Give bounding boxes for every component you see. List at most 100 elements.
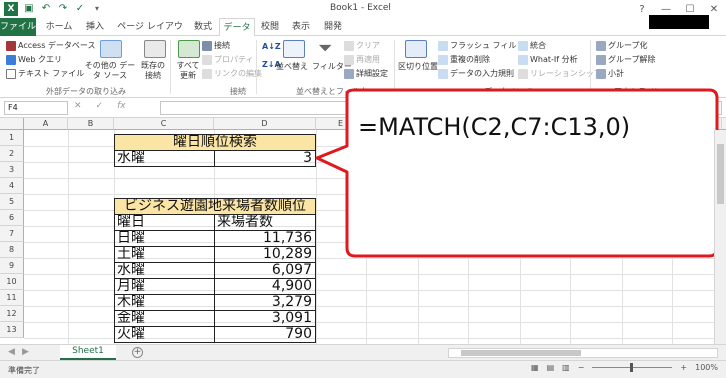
tab-home[interactable]: ホーム [40,18,78,36]
tab-insert[interactable]: 挿入 [80,18,110,36]
sheet-tab[interactable]: Sheet1 [60,345,116,360]
zoom-level[interactable]: 100% [695,363,718,372]
connections-button[interactable]: 接続 [202,40,230,51]
add-sheet-icon[interactable]: + [132,347,143,358]
name-box[interactable]: F4 [4,101,68,115]
flash-fill-button[interactable]: フラッシュ フィル [438,40,516,51]
cancel-icon[interactable]: ✕ [74,101,82,111]
text-file-button[interactable]: テキスト ファイル [6,68,84,79]
ranking-day-cell[interactable]: 土曜 [114,246,215,263]
other-sources-icon[interactable] [100,40,122,58]
horizontal-scroll-thumb[interactable] [461,350,581,356]
page-break-view-icon[interactable]: ▥ [562,363,570,372]
page-layout-view-icon[interactable]: ▤ [547,363,555,372]
zoom-in-icon[interactable]: + [680,363,687,372]
row-header-9[interactable]: 9 [0,258,24,274]
row-header-2[interactable]: 2 [0,146,24,162]
row-header-3[interactable]: 3 [0,162,24,178]
edit-links-button[interactable]: リンクの編集 [202,68,262,79]
sort-button[interactable]: 並べ替え [276,61,308,72]
col-day-header-cell[interactable]: 曜日 [114,214,215,231]
tab-review[interactable]: 校閲 [257,18,283,36]
refresh-all-button[interactable]: すべて 更新 [174,61,202,81]
what-if-button[interactable]: What-If 分析 [518,54,578,65]
select-all-corner[interactable] [0,118,24,130]
tab-page-layout[interactable]: ページ レイアウト [114,18,186,50]
tab-data[interactable]: データ [219,18,255,37]
zoom-slider[interactable] [592,363,673,372]
row-header-10[interactable]: 10 [0,274,24,290]
access-db-button[interactable]: Access データベース [6,40,96,51]
tab-view[interactable]: 表示 [288,18,314,36]
row-header-13[interactable]: 13 [0,322,24,338]
properties-button[interactable]: プロパティ [202,54,254,65]
col-count-header-cell[interactable]: 来場者数 [214,214,316,231]
existing-connections-icon[interactable] [144,40,166,58]
row-header-6[interactable]: 6 [0,210,24,226]
ranking-day-cell[interactable]: 水曜 [114,262,215,279]
redo-icon[interactable]: ↷ [57,3,69,15]
group-button[interactable]: グループ化 [596,40,648,51]
refresh-all-icon[interactable] [178,40,200,58]
normal-view-icon[interactable]: ▦ [531,363,539,372]
row-header-11[interactable]: 11 [0,290,24,306]
undo-icon[interactable]: ↶ [40,3,52,15]
row-header-8[interactable]: 8 [0,242,24,258]
insert-function-icon[interactable]: fx [117,101,126,111]
row-header-1[interactable]: 1 [0,130,24,146]
row-header-4[interactable]: 4 [0,178,24,194]
ranking-count-cell[interactable]: 10,289 [214,246,316,263]
prev-sheet-icon[interactable]: ◀ [8,347,15,357]
enter-icon[interactable]: ✓ [96,101,104,111]
text-to-columns-button[interactable]: 区切り位置 [398,61,438,72]
ranking-header-cell[interactable]: ビジネス遊園地来場者数順位 [114,198,316,215]
check-icon[interactable]: ✓ [74,3,86,15]
data-validation-button[interactable]: データの入力規則 [438,68,514,79]
ranking-count-cell[interactable]: 790 [214,326,316,343]
remove-duplicates-button[interactable]: 重複の削除 [438,54,490,65]
column-header-a[interactable]: A [24,118,68,130]
lookup-day-cell[interactable]: 水曜 [114,150,215,167]
column-header-d[interactable]: D [214,118,316,130]
advanced-filter-button[interactable]: 詳細設定 [344,68,388,79]
next-sheet-icon[interactable]: ▶ [22,347,29,357]
zoom-out-icon[interactable]: − [578,363,585,372]
ranking-day-cell[interactable]: 日曜 [114,230,215,247]
subtotal-button[interactable]: 小計 [596,68,624,79]
text-to-columns-icon[interactable] [405,40,427,58]
tab-developer[interactable]: 開発 [320,18,346,36]
row-header-7[interactable]: 7 [0,226,24,242]
filter-icon[interactable]: ⏷ [318,38,332,59]
ranking-day-cell[interactable]: 月曜 [114,278,215,295]
ranking-day-cell[interactable]: 火曜 [114,326,215,343]
sort-dialog-icon[interactable] [283,40,305,58]
lookup-result-cell[interactable]: 3 [214,150,316,167]
ranking-count-cell[interactable]: 6,097 [214,262,316,279]
column-header-c[interactable]: C [114,118,214,130]
reapply-button[interactable]: 再適用 [344,54,380,65]
other-sources-button[interactable]: その他の データ ソース [84,61,136,81]
web-query-button[interactable]: Web クエリ [6,54,62,65]
column-header-b[interactable]: B [68,118,114,130]
ranking-day-cell[interactable]: 木曜 [114,294,215,311]
ranking-count-cell[interactable]: 11,736 [214,230,316,247]
column-header-m[interactable]: M [722,118,726,130]
tab-file[interactable]: ファイル [0,18,36,36]
row-header-5[interactable]: 5 [0,194,24,210]
horizontal-scrollbar[interactable] [448,348,718,358]
consolidate-button[interactable]: 統合 [518,40,546,51]
sort-az-icon[interactable]: A↓Z [262,42,281,51]
zoom-thumb[interactable] [630,363,634,372]
customize-qat-icon[interactable]: ▾ [91,3,103,15]
tab-formulas[interactable]: 数式 [188,18,218,36]
vertical-scrollbar[interactable] [714,130,726,344]
ranking-day-cell[interactable]: 金曜 [114,310,215,327]
save-icon[interactable]: ▣ [23,3,35,15]
ungroup-button[interactable]: グループ解除 [596,54,656,65]
row-header-12[interactable]: 12 [0,306,24,322]
vertical-scroll-thumb[interactable] [717,144,724,204]
existing-connections-button[interactable]: 既存の 接続 [140,61,166,81]
lookup-header-cell[interactable]: 曜日順位検索 [114,134,316,151]
ranking-count-cell[interactable]: 3,279 [214,294,316,311]
account-area[interactable] [649,15,709,29]
